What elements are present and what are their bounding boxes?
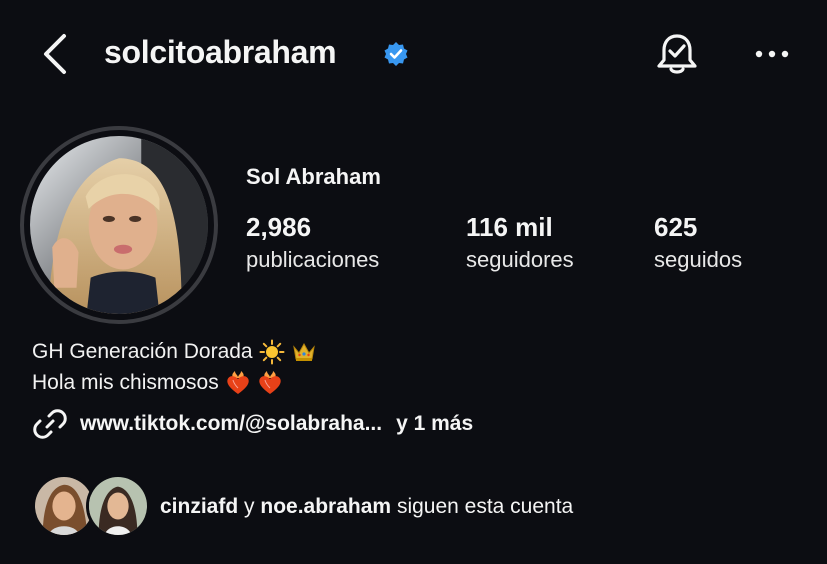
mutual-follower-2[interactable]: noe.abraham	[260, 495, 391, 518]
posts-count: 2,986	[246, 212, 312, 242]
profile-avatar[interactable]	[20, 126, 218, 324]
posts-stat[interactable]: 2,986 publicaciones	[246, 212, 379, 273]
heart-on-fire-emoji	[259, 370, 281, 394]
followers-label: seguidores	[466, 247, 574, 272]
profile-display-name: Sol Abraham	[246, 164, 381, 189]
posts-label: publicaciones	[246, 247, 380, 272]
profile-link-row: www.tiktok.com/@solabraha... y 1 más	[32, 406, 473, 442]
followers-count: 116 mil	[466, 212, 553, 242]
bio-text: GH Generación Dorada	[32, 340, 253, 363]
notifications-button[interactable]	[654, 30, 700, 78]
bio-text: Hola mis chismosos	[32, 371, 219, 394]
verified-badge-icon	[384, 42, 408, 66]
connector-text: y	[244, 495, 255, 518]
mutual-followers-text: cinziafd y noe.abraham siguen esta cuent…	[160, 495, 573, 519]
following-label: seguidos	[654, 247, 743, 272]
more-options-button[interactable]	[752, 40, 792, 68]
sun-emoji	[259, 339, 285, 364]
more-links-button[interactable]: y 1 más	[396, 412, 473, 436]
back-icon	[44, 34, 66, 74]
profile-link[interactable]: www.tiktok.com/@solabraha...	[80, 412, 382, 436]
mutual-followers-row[interactable]: cinziafd y noe.abraham siguen esta cuent…	[32, 474, 573, 540]
crown-emoji	[292, 342, 315, 361]
back-button[interactable]	[38, 30, 74, 78]
profile-header: solcitoabraham	[0, 0, 827, 110]
follow-suffix: siguen esta cuenta	[396, 495, 574, 518]
link-icon	[33, 409, 67, 439]
profile-username: solcitoabraham	[104, 34, 337, 70]
avatar-photo	[30, 136, 208, 314]
bio-line: GH Generación Dorada	[32, 336, 317, 367]
mutual-followers-avatars	[32, 474, 150, 540]
heart-on-fire-emoji	[227, 370, 249, 394]
avatar	[86, 474, 150, 538]
notification-bell-icon	[657, 34, 697, 74]
mutual-follower-1[interactable]: cinziafd	[160, 495, 238, 518]
following-stat[interactable]: 625 seguidos	[654, 212, 742, 273]
followers-stat[interactable]: 116 mil seguidores	[466, 212, 574, 273]
profile-bio: GH Generación Dorada Hola mis chismosos	[32, 336, 317, 398]
more-options-icon	[755, 50, 789, 58]
bio-line: Hola mis chismosos	[32, 367, 317, 398]
following-count: 625	[654, 212, 698, 242]
